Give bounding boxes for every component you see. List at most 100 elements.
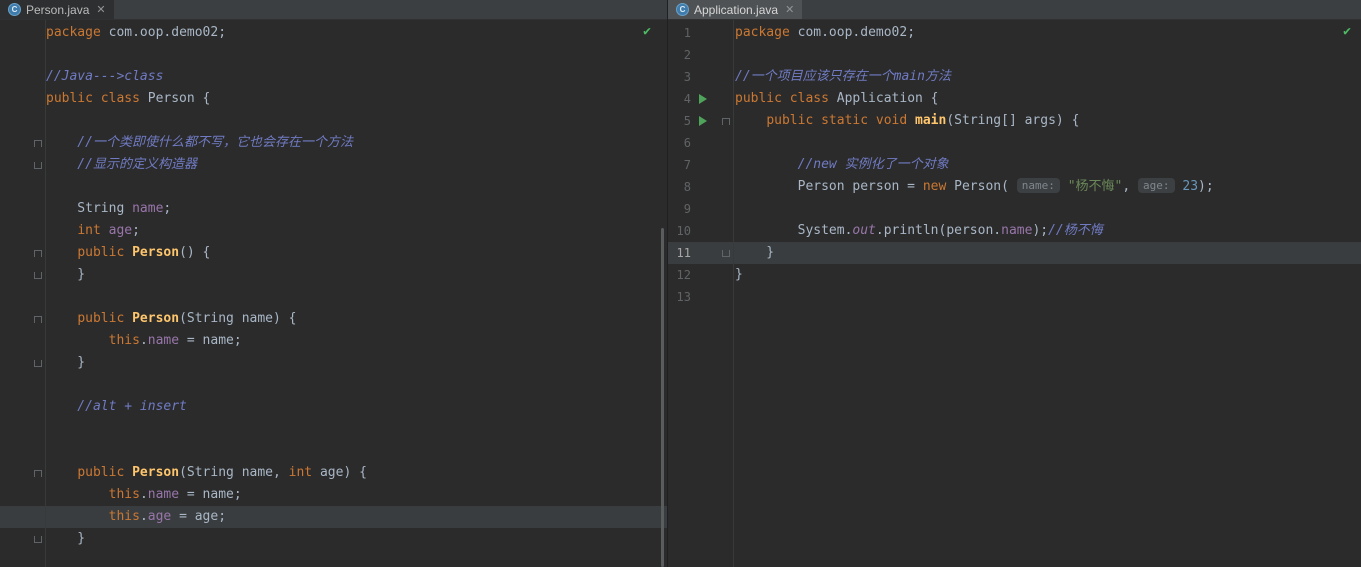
code-text: //显示的定义构造器 [46,157,197,172]
code-line[interactable]: 1 package com.oop.demo02; [668,22,1361,44]
inspection-check-icon[interactable]: ✔ [643,24,651,39]
editor-person[interactable]: package com.oop.demo02; //Java--->class pu… [0,20,667,567]
code-text: //new 实例化了一个对象 [735,157,949,172]
code-text: this.name = name; [108,333,242,348]
line-number[interactable]: 11 [668,242,691,264]
code-line[interactable]: } [0,352,667,374]
code-line[interactable]: package com.oop.demo02; [0,22,667,44]
code-text: //一个类即使什么都不写，它也会存在一个方法 [46,135,353,150]
editor-application[interactable]: 1 package com.oop.demo02; 2 3 //一个项目应该只存在一个m… [668,20,1361,567]
line-number[interactable]: 8 [668,176,691,198]
line-number[interactable]: 9 [668,198,691,220]
code-text: //alt + insert [46,399,187,414]
code-text: } [46,267,86,282]
code-line[interactable]: } [0,264,667,286]
code-line[interactable] [0,440,667,462]
fold-marker-icon[interactable] [722,250,730,257]
code-line[interactable]: 5 public static void main(String[] args)… [668,110,1361,132]
code-line[interactable]: public Person() { [0,242,667,264]
code-line[interactable]: //alt + insert [0,396,667,418]
tab-person-java[interactable]: C Person.java ✕ [0,0,114,19]
fold-marker-icon[interactable] [34,140,42,147]
code-text: Person person = new Person( name: "杨不悔",… [735,178,1214,194]
line-number[interactable]: 4 [668,88,691,110]
code-line[interactable]: 7 //new 实例化了一个对象 [668,154,1361,176]
code-line[interactable]: this.age = age; [0,506,667,528]
inspection-check-icon[interactable]: ✔ [1343,24,1351,39]
run-icon[interactable] [699,116,707,126]
code-line[interactable] [0,110,667,132]
code-text: int age; [77,223,140,238]
line-number[interactable]: 2 [668,44,691,66]
fold-marker-icon[interactable] [34,470,42,477]
code-line[interactable] [0,374,667,396]
code-line[interactable]: String name; [0,198,667,220]
fold-marker-icon[interactable] [34,250,42,257]
code-text: this.name = name; [108,487,242,502]
code-line[interactable]: //Java--->class [0,66,667,88]
close-icon[interactable]: ✕ [96,3,105,16]
code-text: String name; [46,201,172,216]
code-line[interactable]: 11 } [668,242,1361,264]
code-line[interactable] [0,286,667,308]
code-line[interactable]: } [0,528,667,550]
line-number[interactable]: 13 [668,286,691,308]
line-number[interactable]: 1 [668,22,691,44]
editor-pane-person: C Person.java ✕ package com.oop.demo02; /… [0,0,667,567]
code-line[interactable]: 8 Person person = new Person( name: "杨不悔… [668,176,1361,198]
code-line[interactable]: this.name = name; [0,330,667,352]
code-line[interactable]: this.name = name; [0,484,667,506]
tab-bar-left: C Person.java ✕ [0,0,667,20]
fold-marker-icon[interactable] [34,162,42,169]
code-line[interactable]: 10 System.out.println(person.name);//杨不悔 [668,220,1361,242]
fold-marker-icon[interactable] [34,316,42,323]
line-number[interactable]: 10 [668,220,691,242]
line-number[interactable]: 12 [668,264,691,286]
code-text: //一个项目应该只存在一个main方法 [735,69,951,84]
tab-application-java[interactable]: C Application.java ✕ [668,0,803,19]
fold-marker-icon[interactable] [34,536,42,543]
fold-marker-icon[interactable] [722,118,730,125]
code-line[interactable]: public class Person { [0,88,667,110]
line-number[interactable]: 7 [668,154,691,176]
line-number[interactable]: 5 [668,110,691,132]
code-line[interactable]: 6 [668,132,1361,154]
code-text: //Java--->class [46,69,164,84]
code-area: 1 package com.oop.demo02; 2 3 //一个项目应该只存在一个m… [668,22,1361,308]
code-text: } [46,355,86,370]
code-text: package com.oop.demo02; [46,25,227,40]
fold-marker-icon[interactable] [34,272,42,279]
code-area: package com.oop.demo02; //Java--->class pu… [0,22,667,550]
run-icon[interactable] [699,94,707,104]
fold-marker-icon[interactable] [34,360,42,367]
code-line[interactable]: 3 //一个项目应该只存在一个main方法 [668,66,1361,88]
tab-label: Application.java [694,2,779,17]
code-line[interactable]: 9 [668,198,1361,220]
code-text: this.age = age; [108,509,227,524]
code-line[interactable]: public Person(String name, int age) { [0,462,667,484]
line-number[interactable]: 3 [668,66,691,88]
close-icon[interactable]: ✕ [785,3,794,16]
code-line[interactable]: 13 [668,286,1361,308]
line-number[interactable]: 6 [668,132,691,154]
code-line[interactable]: int age; [0,220,667,242]
vertical-scrollbar[interactable] [661,228,664,567]
code-line[interactable]: 4 public class Application { [668,88,1361,110]
code-line[interactable]: //一个类即使什么都不写，它也会存在一个方法 [0,132,667,154]
code-text: public Person() { [77,245,211,260]
code-text: public Person(String name, int age) { [77,465,367,480]
code-line[interactable] [0,44,667,66]
code-line[interactable]: 12} [668,264,1361,286]
code-line[interactable]: //显示的定义构造器 [0,154,667,176]
code-line[interactable]: public Person(String name) { [0,308,667,330]
code-line[interactable] [0,176,667,198]
parameter-hint-chip: age: [1138,178,1175,193]
ide-window: C Person.java ✕ package com.oop.demo02; /… [0,0,1361,567]
code-line[interactable] [0,418,667,440]
code-line[interactable]: 2 [668,44,1361,66]
